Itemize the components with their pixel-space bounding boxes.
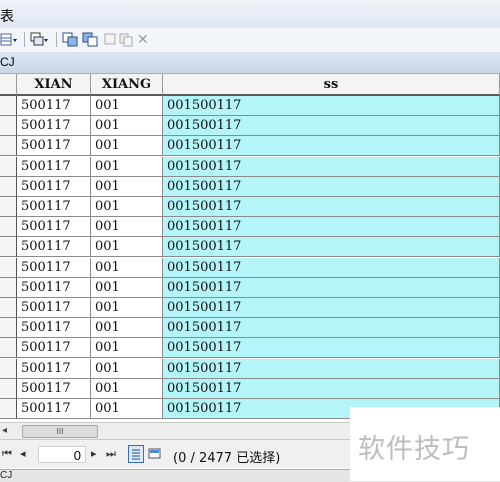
toolbar-separator: [24, 32, 25, 47]
last-record-icon[interactable]: ⏭: [106, 447, 116, 461]
cell-xian[interactable]: 500117: [17, 237, 91, 258]
row-selector-header[interactable]: [0, 74, 17, 96]
column-header-xian[interactable]: XIAN: [17, 74, 91, 96]
cell-xiang[interactable]: 001: [91, 96, 163, 116]
cell-ss[interactable]: 001500117: [163, 136, 500, 157]
table-tab-bar: CJ: [0, 53, 500, 74]
cell-xiang[interactable]: 001: [91, 197, 163, 217]
switch-selection-icon[interactable]: [82, 31, 100, 48]
table-toolbar: ✕: [0, 28, 500, 53]
cell-xiang[interactable]: 001: [91, 156, 163, 177]
row-selector[interactable]: [0, 399, 17, 419]
cell-xian[interactable]: 500117: [17, 197, 91, 217]
cell-xiang[interactable]: 001: [91, 237, 163, 258]
cell-xiang[interactable]: 001: [91, 116, 163, 137]
cell-xian[interactable]: 500117: [17, 338, 91, 359]
cell-xian[interactable]: 500117: [17, 96, 91, 116]
row-selector[interactable]: [0, 156, 17, 177]
cell-ss[interactable]: 001500117: [163, 197, 500, 217]
copy-selection-icon[interactable]: [118, 31, 136, 48]
row-selector[interactable]: [0, 96, 17, 116]
toolbar-separator: [56, 32, 57, 47]
row-selector[interactable]: [0, 116, 17, 137]
row-selector[interactable]: [0, 217, 17, 238]
cell-xian[interactable]: 500117: [17, 136, 91, 157]
bottom-tab-label: CJ: [0, 470, 13, 481]
current-record-input[interactable]: 0: [38, 446, 86, 463]
cell-xiang[interactable]: 001: [91, 399, 163, 419]
cell-xiang[interactable]: 001: [91, 298, 163, 318]
cell-xiang[interactable]: 001: [91, 217, 163, 238]
cell-xian[interactable]: 500117: [17, 378, 91, 399]
show-selected-records-icon[interactable]: [147, 445, 163, 463]
attribute-table: XIAN XIANG ss 500117 001 001500117 500117 00…: [0, 74, 500, 422]
previous-record-icon[interactable]: ◂: [20, 447, 26, 460]
next-record-icon[interactable]: ▸: [91, 447, 97, 460]
related-tables-icon[interactable]: [30, 31, 48, 48]
scrollbar-thumb[interactable]: III: [22, 425, 98, 438]
cell-ss[interactable]: 001500117: [163, 217, 500, 238]
row-selector[interactable]: [0, 318, 17, 339]
watermark: 软件技巧: [350, 407, 500, 481]
cell-xiang[interactable]: 001: [91, 318, 163, 339]
row-selector[interactable]: [0, 257, 17, 278]
row-selector[interactable]: [0, 298, 17, 318]
first-record-icon[interactable]: ⏮: [2, 447, 12, 461]
cell-xiang[interactable]: 001: [91, 257, 163, 278]
cell-ss[interactable]: 001500117: [163, 96, 500, 116]
cell-ss[interactable]: 001500117: [163, 237, 500, 258]
cell-xian[interactable]: 500117: [17, 358, 91, 379]
column-header-xiang[interactable]: XIANG: [91, 74, 163, 96]
cell-ss[interactable]: 001500117: [163, 156, 500, 177]
column-header-ss[interactable]: ss: [163, 74, 500, 96]
row-selector[interactable]: [0, 358, 17, 379]
cell-xian[interactable]: 500117: [17, 277, 91, 298]
cell-ss[interactable]: 001500117: [163, 338, 500, 359]
cell-ss[interactable]: 001500117: [163, 378, 500, 399]
cell-xiang[interactable]: 001: [91, 378, 163, 399]
cell-ss[interactable]: 001500117: [163, 176, 500, 197]
delete-selection-icon[interactable]: ✕: [137, 31, 155, 48]
row-selector[interactable]: [0, 378, 17, 399]
row-selector[interactable]: [0, 136, 17, 157]
cell-xian[interactable]: 500117: [17, 156, 91, 177]
cell-ss[interactable]: 001500117: [163, 318, 500, 339]
row-selector[interactable]: [0, 338, 17, 359]
row-selector[interactable]: [0, 176, 17, 197]
cell-xiang[interactable]: 001: [91, 176, 163, 197]
cell-xiang[interactable]: 001: [91, 136, 163, 157]
table-options-icon[interactable]: [0, 31, 18, 48]
watermark-text: 软件技巧: [358, 434, 470, 465]
cell-ss[interactable]: 001500117: [163, 257, 500, 278]
window-title: 表: [0, 8, 14, 24]
cell-xiang[interactable]: 001: [91, 277, 163, 298]
cell-xian[interactable]: 500117: [17, 176, 91, 197]
cell-ss[interactable]: 001500117: [163, 277, 500, 298]
row-selector[interactable]: [0, 277, 17, 298]
scroll-left-icon[interactable]: ◂: [2, 425, 7, 436]
cell-xian[interactable]: 500117: [17, 399, 91, 419]
cell-ss[interactable]: 001500117: [163, 298, 500, 318]
cell-ss[interactable]: 001500117: [163, 358, 500, 379]
cell-xian[interactable]: 500117: [17, 257, 91, 278]
cell-xian[interactable]: 500117: [17, 217, 91, 238]
show-all-records-icon[interactable]: [128, 445, 144, 463]
selection-status: (0 / 2477 已选择): [173, 451, 281, 466]
row-selector[interactable]: [0, 237, 17, 258]
window-title-bar: 表: [0, 0, 500, 29]
cell-xiang[interactable]: 001: [91, 358, 163, 379]
cell-xiang[interactable]: 001: [91, 338, 163, 359]
select-by-attributes-icon[interactable]: [62, 31, 80, 48]
cell-xian[interactable]: 500117: [17, 116, 91, 137]
cell-xian[interactable]: 500117: [17, 298, 91, 318]
cell-xian[interactable]: 500117: [17, 318, 91, 339]
row-selector[interactable]: [0, 197, 17, 217]
cell-ss[interactable]: 001500117: [163, 116, 500, 137]
horizontal-scrollbar[interactable]: ◂ III: [0, 422, 350, 440]
table-tab-label[interactable]: CJ: [0, 55, 15, 69]
